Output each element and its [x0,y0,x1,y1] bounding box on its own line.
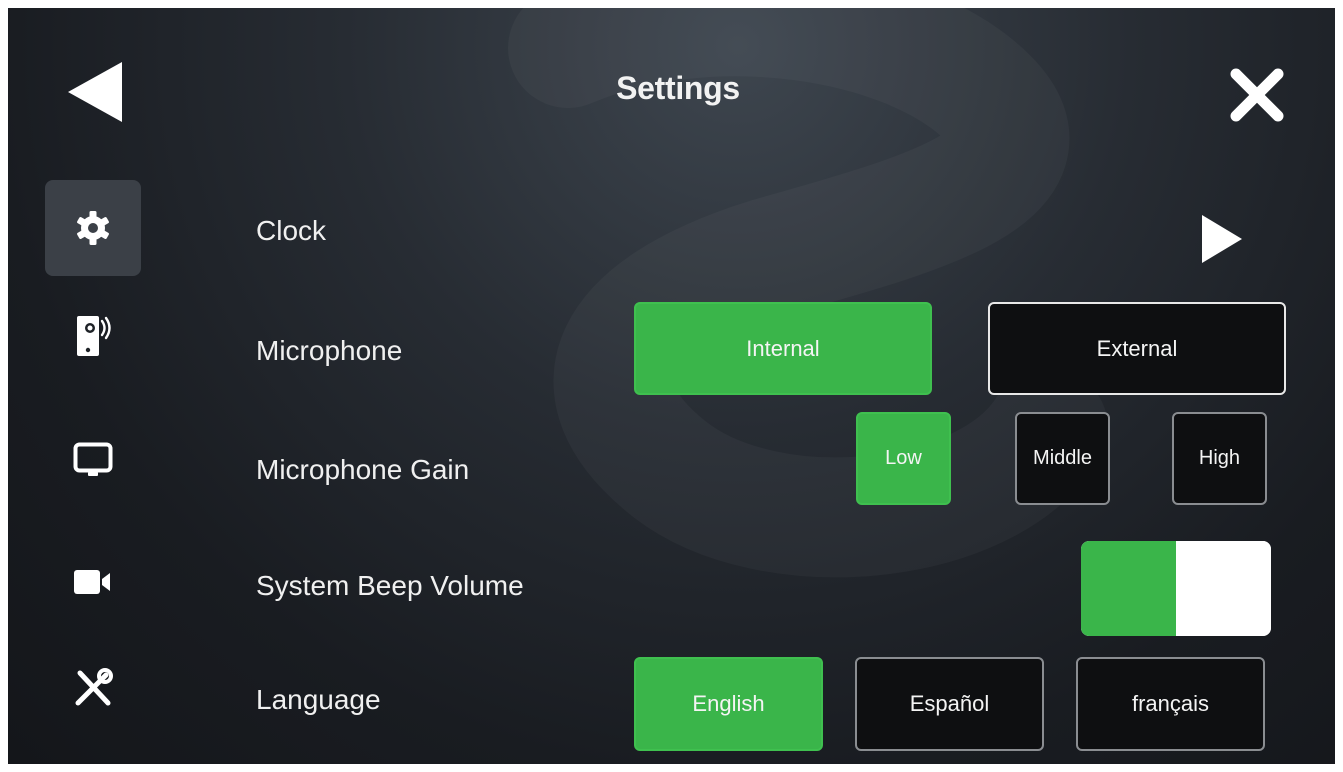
sidebar-item-display[interactable] [45,412,141,508]
gain-high-button[interactable]: High [1172,412,1267,505]
video-camera-icon [74,570,110,594]
chevron-right-icon [1202,215,1242,263]
microphone-gain-label: Microphone Gain [256,454,470,485]
close-x-icon [1230,68,1284,122]
settings-screen: Settings Clock Microphone Internal Exter… [8,8,1335,764]
language-label: Language [256,684,381,715]
sidebar-item-door-phone[interactable] [45,288,141,384]
system-beep-volume-label: System Beep Volume [256,570,524,601]
sidebar-item-general[interactable] [45,180,141,276]
sidebar-item-tools[interactable] [45,640,141,736]
microphone-label: Microphone [256,335,403,366]
microphone-external-button[interactable]: External [988,302,1286,395]
page-title: Settings [616,70,740,106]
close-button[interactable] [1226,64,1288,126]
monitor-icon [73,442,113,476]
gain-middle-button[interactable]: Middle [1015,412,1110,505]
system-beep-volume-slider[interactable] [1081,541,1271,636]
sidebar-item-camera[interactable] [45,534,141,630]
back-button[interactable] [60,58,130,126]
back-triangle-icon [68,62,122,122]
slider-fill [1081,541,1176,636]
language-espanol-button[interactable]: Español [855,657,1044,751]
gain-low-button[interactable]: Low [856,412,951,505]
gear-icon [77,211,109,245]
slider-knob[interactable] [1176,541,1271,636]
microphone-internal-button[interactable]: Internal [634,302,932,395]
language-english-button[interactable]: English [634,657,823,751]
language-francais-button[interactable]: français [1076,657,1265,751]
door-phone-icon [77,316,111,356]
clock-open-button[interactable] [1194,211,1250,267]
clock-label: Clock [256,215,327,246]
tools-icon [75,668,113,706]
